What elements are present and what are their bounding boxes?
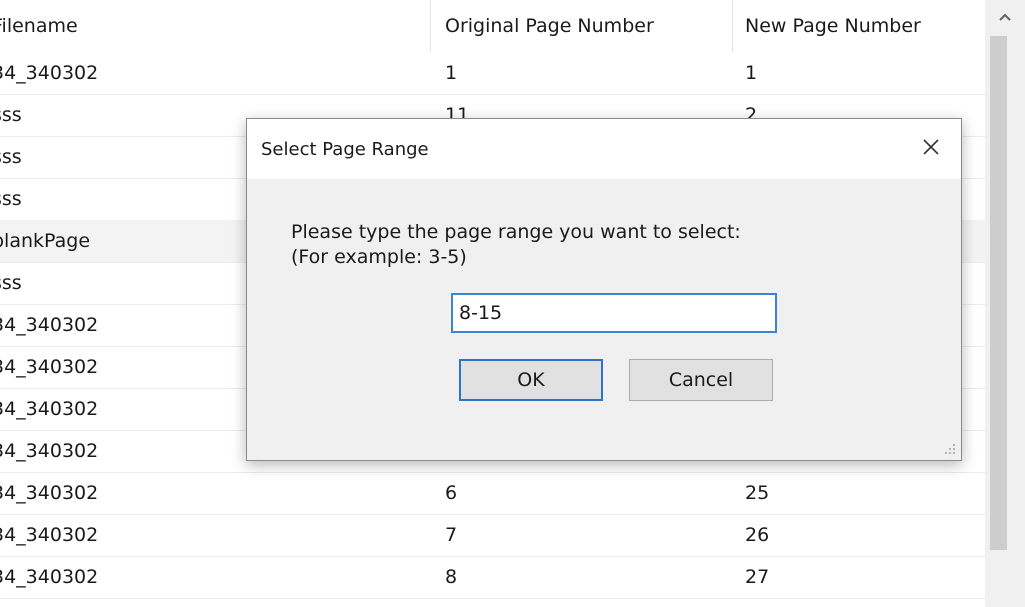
dialog-title: Select Page Range (261, 139, 429, 160)
cell-new-page-number: 26 (745, 524, 770, 546)
header-divider[interactable] (430, 0, 431, 52)
table-row[interactable]: 34_340302 1 1 (0, 52, 985, 95)
ok-button[interactable]: OK (459, 359, 603, 401)
cell-new-page-number: 27 (745, 566, 770, 588)
close-icon (923, 139, 939, 155)
chevron-up-icon (999, 13, 1011, 21)
cell-original-page-number: 6 (445, 482, 458, 504)
column-header-new-page-number[interactable]: New Page Number (745, 0, 985, 52)
cell-new-page-number: 25 (745, 482, 770, 504)
table-row[interactable]: 34_340302 6 25 (0, 472, 985, 515)
vertical-scrollbar[interactable] (985, 0, 1025, 607)
cell-original-page-number: 7 (445, 524, 458, 546)
page-range-input[interactable] (451, 293, 777, 333)
cancel-button[interactable]: Cancel (629, 359, 773, 401)
cell-original-page-number: 8 (445, 566, 458, 588)
cell-filename: 34_340302 (0, 482, 99, 504)
cell-filename: 34_340302 (0, 62, 99, 84)
column-header-filename[interactable]: Filename (0, 0, 425, 52)
scroll-up-button[interactable] (985, 0, 1025, 34)
close-button[interactable] (901, 119, 961, 175)
cell-new-page-number: 1 (745, 62, 758, 84)
select-page-range-dialog: Select Page Range Please type the page r… (246, 118, 962, 461)
table-row[interactable]: 34_340302 7 26 (0, 514, 985, 557)
cell-filename: 34_340302 (0, 566, 99, 588)
table-row[interactable]: 34_340302 8 27 (0, 556, 985, 599)
dialog-prompt: Please type the page range you want to s… (291, 221, 741, 268)
table-header: Filename Original Page Number New Page N… (0, 0, 985, 52)
header-divider[interactable] (732, 0, 733, 52)
scroll-thumb[interactable] (990, 36, 1007, 550)
resize-grip-icon[interactable] (943, 442, 957, 456)
cell-original-page-number: 1 (445, 62, 458, 84)
column-header-original-page-number[interactable]: Original Page Number (445, 0, 728, 52)
dialog-titlebar[interactable]: Select Page Range (247, 119, 961, 179)
cell-filename: 34_340302 (0, 524, 99, 546)
